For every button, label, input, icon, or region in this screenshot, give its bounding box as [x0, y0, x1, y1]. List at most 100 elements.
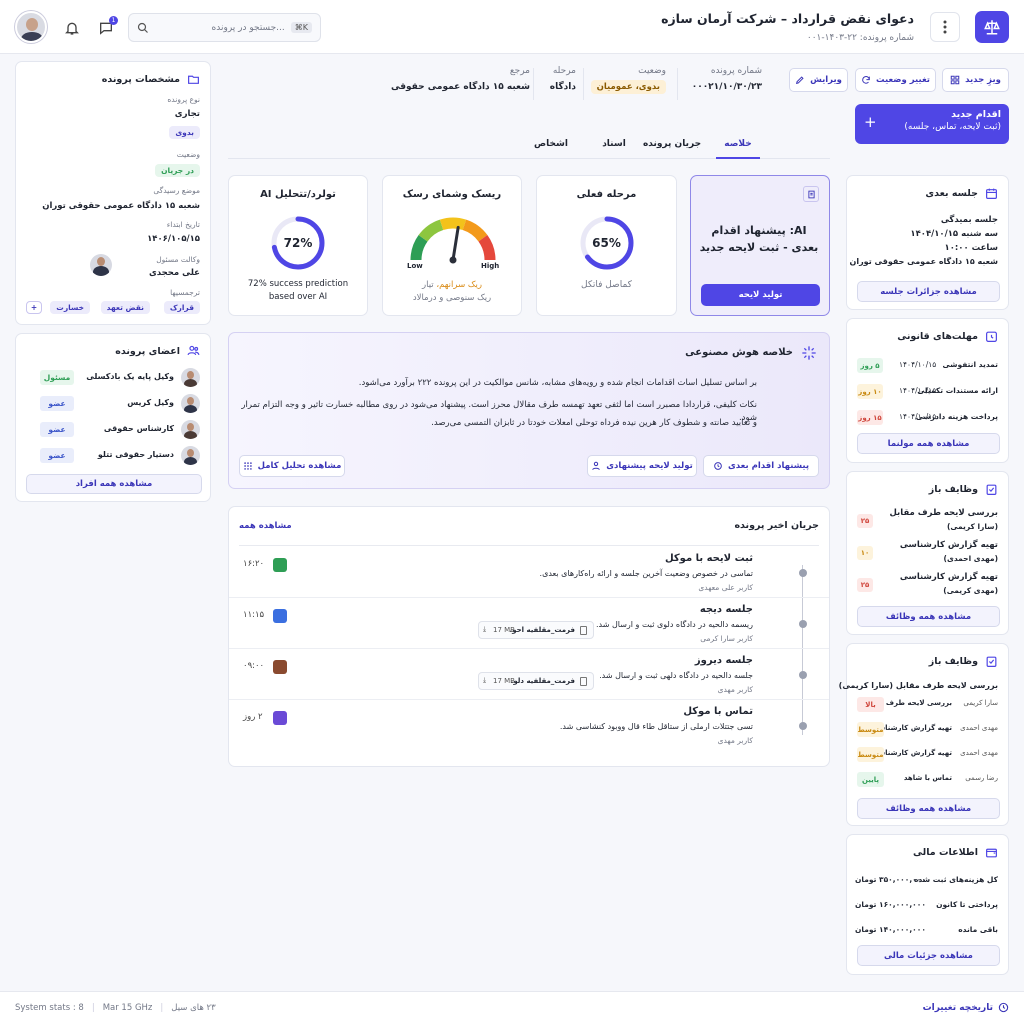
change-status-label: تغییر وضعیت: [876, 75, 930, 85]
change-history-link[interactable]: تاریخچه تغییرات: [923, 1002, 1009, 1013]
attachment-chip[interactable]: فرمت_مقلفیه احو. 17 MB ⤓: [478, 621, 594, 639]
task-person: رضا رسمی: [965, 774, 998, 782]
task-name: تماس با شاهد: [903, 774, 952, 782]
member-row[interactable]: کارشناس حقوقی عضو: [16, 418, 210, 442]
priority-task-row[interactable]: سارا کریمی بررسی لایحه طرف مقابل بالا: [847, 694, 1008, 716]
stat-2: Mar 15 GHz: [102, 1003, 153, 1013]
generate-brief-button[interactable]: تولید لایحه: [701, 284, 820, 306]
risk-gauge: [410, 217, 496, 264]
timeline-item-title: تماس با موکل: [683, 706, 753, 717]
timeline-title: جریان اخیر پرونده: [734, 520, 819, 531]
add-tag-button[interactable]: +: [26, 301, 42, 314]
status-badge: بدوی، عمومیان: [590, 80, 666, 94]
user-avatar[interactable]: [15, 11, 47, 43]
edit-button[interactable]: ویرایش: [789, 68, 848, 92]
tag-chip[interactable]: خسارت: [50, 301, 90, 314]
open-tasks-title: وظایف باز: [928, 484, 978, 495]
tag-chip[interactable]: قرارک: [163, 301, 200, 314]
task-assignee: (مهدی احمدی): [943, 554, 998, 563]
timeline-item-title: جلسه دیجه: [699, 604, 753, 615]
risk-line-2: ریک سنوصی و درمالاد: [412, 293, 492, 303]
new-action-button[interactable]: + اقدام جدید (ثبت لایحه، تماس، جلسه): [855, 104, 1009, 144]
target-icon: [713, 461, 723, 471]
grid-icon: [950, 75, 960, 85]
view-finance-details-button[interactable]: مشاهده جزئیات مالی: [857, 945, 1000, 966]
timeline-view-all-link[interactable]: مشاهده همه: [239, 521, 292, 531]
download-icon[interactable]: ⤓: [483, 676, 486, 685]
more-menu-button[interactable]: [930, 12, 960, 42]
stage-card-title: مرحله فعلی: [576, 189, 637, 200]
gauge-segment: [439, 217, 467, 231]
priority-task-row[interactable]: رضا رسمی تماس با شاهد پایین: [847, 769, 1008, 791]
finance-value: ۱۴۰,۰۰۰,۰۰۰ تومان: [855, 925, 926, 934]
search-placeholder: جستجو در پرونده...: [211, 22, 285, 33]
priority-task-row[interactable]: مهدی احمدی تهیه گزارش کارشناسی متوسط: [847, 744, 1008, 766]
attachment-name: فرمت_مقلفیه احو.: [509, 626, 575, 634]
member-row[interactable]: دستیار حقوقی تتلو عضو: [16, 444, 210, 468]
summary-value: ۰۰۰۲۱/۱۰/۳۰/۲۳: [691, 82, 762, 92]
new-wizard-button[interactable]: ویزِ جدید: [942, 68, 1009, 92]
plus-icon: +: [864, 113, 877, 131]
deadline-row[interactable]: تمدید انتفوشی ۱۴۰۴/۱۰/۱۵ ۵ روز: [847, 355, 1008, 377]
tab-case-flow[interactable]: جریان پرونده: [640, 134, 704, 159]
timeline-item-user: کاربر علی معهدی: [698, 583, 753, 592]
summary-label: مرجع: [509, 66, 530, 76]
attachment-chip[interactable]: فرمت_مقلفیه دلو. 17 MB ⤓: [478, 672, 594, 690]
stage-percent: 65%: [592, 236, 621, 250]
view-all-tasks-2-button[interactable]: مشاهده همه وظائف: [857, 798, 1000, 819]
view-session-details-button[interactable]: مشاهده جزائرات جلسه: [857, 281, 1000, 302]
finance-value: ۳۵۰,۰۰۰,۰۰۰ تومان: [855, 875, 926, 884]
timeline-row[interactable]: جلسه دیروز جلسه دالحیه در دادگاه دلهی ثبت…: [229, 649, 829, 700]
timeline-item-time: ۲ روز: [243, 712, 263, 722]
member-role-badge: عضو: [40, 396, 74, 411]
tab-people[interactable]: اشخاص: [526, 134, 576, 159]
summary-label: مرحله: [552, 66, 576, 76]
checklist-icon: [985, 483, 998, 496]
risk-card-title: ریسک وشمای رسک: [402, 189, 502, 200]
open-tasks-2-title: وظایف باز: [928, 656, 978, 667]
generate-suggested-brief-button[interactable]: تولید لایحه پیشنهادی: [587, 455, 697, 477]
member-name: وکیل پایه یک بادکسلی: [86, 372, 174, 381]
timeline-item-user: کاربر مهدی: [717, 685, 753, 694]
view-all-members-button[interactable]: مشاهده همه افراد: [26, 474, 202, 494]
view-full-analysis-button[interactable]: مشاهده تحلیل کامل: [239, 455, 345, 477]
timeline-row[interactable]: تماس با موکل تسی جتتلات ارملی از ستاقل طا…: [229, 700, 829, 751]
task-row[interactable]: بررسی لایحه طرف مقابل (سارا کریمی) ۲۵: [847, 506, 1008, 536]
task-row[interactable]: تهیه گزارش کارشناسی (مهدی احمدی) ۱۰: [847, 538, 1008, 568]
prediction-card-title: تولرد/تتحلیل AI: [260, 189, 336, 200]
subject-value: شعبه ۱۵ دادگاه عمومی حقوقی توران: [42, 201, 200, 211]
summary-stage: مرحله دادگاه: [540, 66, 576, 92]
change-status-button[interactable]: تغییر وضعیت: [855, 68, 936, 92]
divider: [677, 68, 678, 100]
timeline-item-time: ۱۶:۲۰: [243, 559, 265, 569]
tab-documents[interactable]: اسناد: [594, 134, 634, 159]
timeline-row[interactable]: ثبت لایحه با موکل تماسی در خصوص وضعیت آخر…: [229, 547, 829, 598]
task-row[interactable]: تهیه گزارش کارشناسی (مهدی کریمی) ۲۵: [847, 570, 1008, 600]
tag-chip[interactable]: نقض تعهد: [100, 301, 150, 314]
timeline-card: جریان اخیر پرونده مشاهده همه ثبت لایحه ب…: [228, 506, 830, 767]
timeline-item-title: ثبت لایحه با موکل: [664, 553, 753, 564]
summary-reference: مرجع شعبه ۱۵ دادگاه عمومی حقوقی: [391, 66, 530, 92]
status-chip: در جریان: [155, 164, 200, 177]
search-input[interactable]: جستجو در پرونده... ⌘K: [128, 13, 321, 42]
deadline-row[interactable]: پرداخت هزینه دادرسی ۱۴۰۴/۱۰/۱۵ ۱۵ روز: [847, 407, 1008, 429]
tab-summary[interactable]: خلاصه: [716, 134, 760, 159]
logo-scales-icon[interactable]: [975, 11, 1009, 43]
view-all-deadlines-button[interactable]: مشاهده همه مولنما: [857, 433, 1000, 454]
member-role-badge: مسئول: [40, 370, 74, 385]
download-icon[interactable]: ⤓: [483, 625, 486, 634]
chat-icon[interactable]: 1: [96, 16, 118, 38]
member-row[interactable]: وکیل پایه یک بادکسلی مسئول: [16, 366, 210, 390]
view-all-tasks-button[interactable]: مشاهده همه وظائف: [857, 606, 1000, 627]
priority-badge: بالا: [857, 697, 884, 712]
priority-task-row[interactable]: مهدی احمدی تهیه گزارش کارشناسی متوسط: [847, 719, 1008, 741]
timeline-row[interactable]: جلسه دیجه ریسمه دالحیه در دادگاه دلوی ثبت…: [229, 598, 829, 649]
divider: [583, 68, 584, 100]
folder-icon: [187, 73, 200, 86]
suggest-next-action-button[interactable]: پیشنهاد اقدام بعدی: [703, 455, 819, 477]
deadline-row[interactable]: ارائه مستندات تکمیلی ۱۴۰۴/۱۰/۱۵ ۱۰ روز: [847, 381, 1008, 403]
bell-icon[interactable]: [62, 18, 82, 38]
history-icon: [998, 1002, 1009, 1013]
member-row[interactable]: وکیل کریس عضو: [16, 392, 210, 416]
gauge-segment: [410, 235, 428, 261]
